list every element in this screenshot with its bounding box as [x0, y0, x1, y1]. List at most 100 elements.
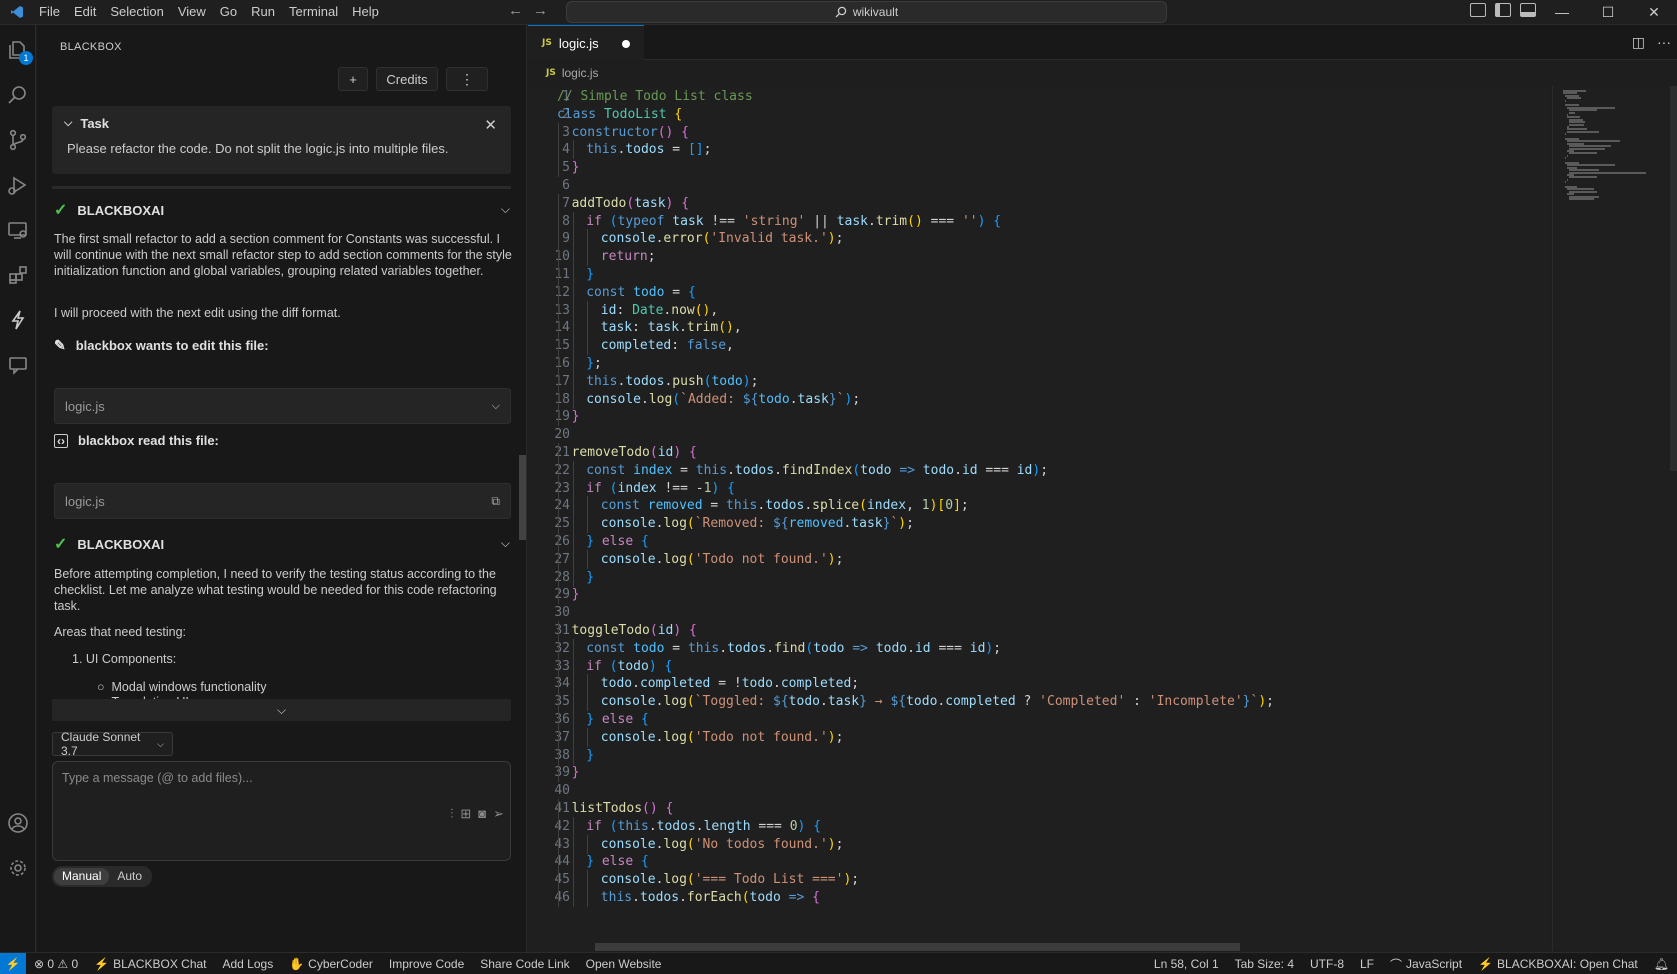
code-line[interactable]: 22 const index = this.todos.findIndex(tod… [528, 460, 1548, 480]
improve-code-item[interactable]: Improve Code [381, 957, 472, 971]
code-line[interactable]: 25 console.log(`Removed: ${removed.task}`… [528, 514, 1548, 534]
settings-gear-icon[interactable] [5, 855, 31, 881]
blackbox-icon[interactable] [5, 307, 31, 333]
encoding[interactable]: UTF-8 [1302, 957, 1352, 971]
menu-help[interactable]: Help [345, 0, 386, 24]
chevron-down-icon[interactable]: ⌵ [501, 536, 510, 551]
code-line[interactable]: 6 [528, 176, 1548, 195]
code-line[interactable]: 35 console.log(`Toggled: ${todo.task} → $… [528, 692, 1548, 712]
code-line[interactable]: 37 console.log('Todo not found.'); [528, 727, 1548, 747]
code-line[interactable]: 44} else { [528, 852, 1548, 872]
accounts-icon[interactable] [5, 810, 31, 836]
notifications-icon[interactable]: 🔔︎ [1646, 957, 1677, 971]
sidebar-scrollbar[interactable] [519, 455, 526, 540]
back-arrow-icon[interactable]: ← [508, 2, 523, 19]
camera-icon[interactable]: ◙ [478, 806, 486, 822]
toggle-primary-sidebar-icon[interactable] [1495, 3, 1511, 17]
chat-icon[interactable] [5, 352, 31, 378]
code-line[interactable]: 30 [528, 603, 1548, 622]
split-editor-icon[interactable]: ◫ [1632, 34, 1645, 51]
send-icon[interactable]: ➢ [493, 806, 504, 822]
run-debug-icon[interactable] [5, 172, 31, 198]
more-options-button[interactable]: ⋮ [446, 67, 488, 91]
command-center[interactable]: wikivault [566, 1, 1167, 23]
chat-input[interactable]: Type a message (@ to add files)... ⫶ ⊞ ◙… [52, 761, 511, 861]
code-line[interactable]: 45 console.log('=== Todo List ==='); [528, 870, 1548, 890]
code-line[interactable]: 16}; [528, 354, 1548, 373]
menu-terminal[interactable]: Terminal [282, 0, 345, 24]
menu-go[interactable]: Go [213, 0, 244, 24]
vertical-scrollbar[interactable] [1670, 86, 1677, 471]
code-line[interactable]: 36} else { [528, 710, 1548, 729]
share-code-link-item[interactable]: Share Code Link [472, 957, 577, 971]
search-sidebar-icon[interactable] [5, 82, 31, 108]
minimap[interactable] [1552, 86, 1677, 951]
code-line[interactable]: 12 const todo = { [528, 282, 1548, 302]
code-line[interactable]: 31 toggleTodo(id) { [528, 621, 1548, 640]
code-line[interactable]: 43 console.log('No todos found.'); [528, 834, 1548, 854]
mode-manual[interactable]: Manual [54, 868, 110, 885]
code-line[interactable]: 3 constructor() { [528, 122, 1548, 142]
code-line[interactable]: 38} [528, 745, 1548, 765]
horizontal-scrollbar[interactable] [595, 943, 1240, 951]
scroll-to-bottom-button[interactable]: ⌵ [52, 699, 511, 721]
menu-edit[interactable]: Edit [67, 0, 103, 24]
more-actions-icon[interactable]: ··· [1657, 34, 1671, 51]
maximize-icon[interactable]: ☐ [1585, 0, 1631, 24]
code-line[interactable]: 24 const removed = this.todos.splice(inde… [528, 496, 1548, 516]
code-line[interactable]: 2 class TodoList { [528, 105, 1548, 124]
credits-button[interactable]: Credits [376, 67, 438, 91]
unsaved-dot-icon[interactable] [622, 40, 630, 48]
open-website-item[interactable]: Open Website [578, 957, 670, 971]
code-line[interactable]: 40 [528, 781, 1548, 800]
tab-size[interactable]: Tab Size: 4 [1227, 957, 1302, 971]
code-line[interactable]: 19} [528, 407, 1548, 427]
code-line[interactable]: 1// Simple Todo List class [528, 87, 1548, 106]
chevron-down-icon[interactable]: ⌵ [501, 202, 510, 217]
code-line[interactable]: 10 return; [528, 247, 1548, 267]
code-line[interactable]: 46 this.todos.forEach(todo => { [528, 888, 1548, 907]
add-folder-icon[interactable]: ⊞ [460, 806, 471, 822]
close-icon[interactable]: ✕ [484, 116, 497, 134]
code-line[interactable]: 26} else { [528, 532, 1548, 551]
forward-arrow-icon[interactable]: → [533, 2, 548, 19]
code-line[interactable]: 5} [528, 158, 1548, 178]
code-line[interactable]: 23 if (index !== -1) { [528, 478, 1548, 498]
code-line[interactable]: 8 if (typeof task !== 'string' || task.tr… [528, 211, 1548, 231]
toggle-panel-icon[interactable] [1520, 3, 1536, 17]
code-line[interactable]: 15 completed: false, [528, 336, 1548, 356]
code-line[interactable]: 27 console.log('Todo not found.'); [528, 549, 1548, 569]
extensions-icon[interactable] [5, 262, 31, 288]
add-logs-item[interactable]: Add Logs [215, 957, 282, 971]
edit-file-dropdown[interactable]: logic.js ⌵ [54, 388, 511, 424]
code-line[interactable]: 21 removeTodo(id) { [528, 443, 1548, 462]
code-line[interactable]: 29} [528, 585, 1548, 605]
code-line[interactable]: 14 task: task.trim(), [528, 318, 1548, 338]
remote-explorer-icon[interactable] [5, 217, 31, 243]
explorer-icon[interactable]: 1 [5, 37, 33, 65]
close-window-icon[interactable]: ✕ [1631, 0, 1677, 24]
code-line[interactable]: 13 id: Date.now(), [528, 300, 1548, 320]
code-line[interactable]: 32 const todo = this.todos.find(todo => t… [528, 638, 1548, 658]
open-external-icon[interactable]: ⧉ [491, 494, 500, 509]
remote-indicator-icon[interactable]: ⚡ [0, 952, 26, 974]
source-control-icon[interactable] [5, 127, 31, 153]
cybercoder-item[interactable]: ✋ CyberCoder [281, 957, 381, 971]
menu-view[interactable]: View [171, 0, 213, 24]
code-editor[interactable]: 1// Simple Todo List class 2 class TodoLis… [528, 86, 1550, 951]
code-line[interactable]: 33 if (todo) { [528, 656, 1548, 676]
code-line[interactable]: 20 [528, 425, 1548, 444]
blackbox-chat-item[interactable]: ⚡ BLACKBOX Chat [86, 957, 214, 971]
task-header[interactable]: ⌵ Task [64, 116, 109, 131]
menu-file[interactable]: File [32, 0, 67, 24]
code-line[interactable]: 17 this.todos.push(todo); [528, 371, 1548, 391]
read-file-box[interactable]: logic.js ⧉ [54, 483, 511, 519]
model-select[interactable]: Claude Sonnet 3.7 ⌵ [52, 730, 173, 758]
code-line[interactable]: 18 console.log(`Added: ${todo.task}`); [528, 389, 1548, 409]
code-line[interactable]: 9 console.error('Invalid task.'); [528, 229, 1548, 249]
mode-auto[interactable]: Auto [109, 868, 150, 885]
language-mode[interactable]: ⌒ JavaScript [1382, 956, 1470, 973]
blackbox-open-chat-item[interactable]: ⚡ BLACKBOXAI: Open Chat [1470, 957, 1646, 971]
minimize-icon[interactable]: — [1539, 0, 1585, 24]
new-task-button[interactable]: + [338, 67, 368, 91]
